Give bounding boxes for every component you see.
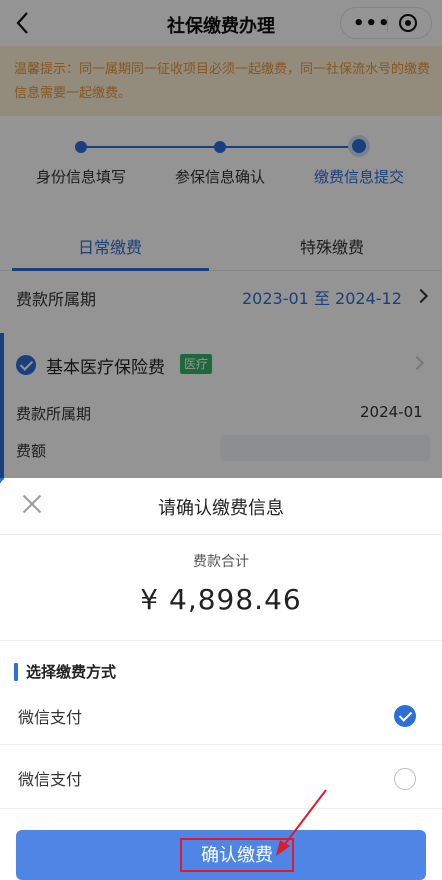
payment-method-title: 选择缴费方式 bbox=[26, 663, 117, 681]
divider bbox=[0, 808, 442, 809]
divider bbox=[0, 534, 442, 535]
radio-checked-icon[interactable] bbox=[394, 705, 416, 727]
payment-option-label[interactable]: 微信支付 bbox=[18, 704, 82, 728]
payment-option-label[interactable]: 微信支付 bbox=[18, 766, 82, 790]
sheet-title: 请确认缴费信息 bbox=[158, 498, 284, 519]
divider bbox=[0, 640, 442, 641]
section-marker bbox=[14, 663, 18, 681]
divider bbox=[0, 744, 442, 745]
confirm-sheet: 请确认缴费信息 费款合计 ¥ 4,898.46 选择缴费方式 微信支付 微信支付… bbox=[0, 478, 442, 880]
modal-overlay[interactable] bbox=[0, 0, 442, 478]
confirm-payment-button[interactable]: 确认缴费 bbox=[16, 830, 426, 880]
radio-unchecked-icon[interactable] bbox=[394, 768, 416, 790]
total-label: 费款合计 bbox=[193, 554, 249, 570]
total-amount: ¥ 4,898.46 bbox=[140, 583, 302, 616]
annotation-arrow-icon bbox=[276, 789, 327, 856]
